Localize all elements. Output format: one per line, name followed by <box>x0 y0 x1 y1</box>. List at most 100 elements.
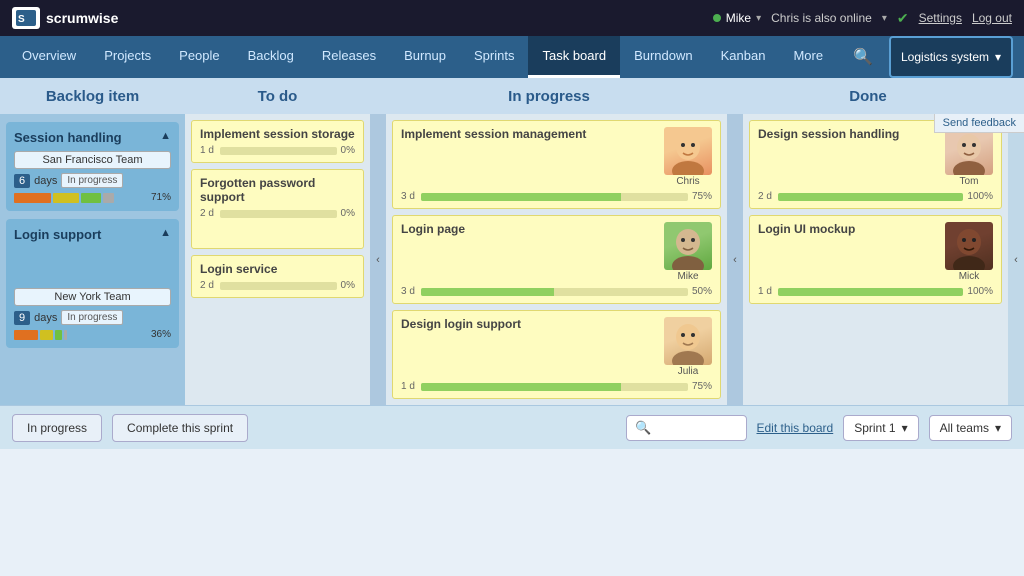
task-days-design-session: 2 d <box>758 191 772 202</box>
backlog-item-title-login: Login support ▲ <box>14 227 171 242</box>
task-progress-login-service <box>220 282 337 290</box>
backlog-column: Session handling ▲ San Francisco Team 6 … <box>0 114 185 405</box>
online-chevron-icon[interactable]: ▾ <box>882 13 887 24</box>
session-progress: 71% <box>14 192 171 203</box>
done-column: Design session handling Tom 2 d 100% <box>743 114 1008 405</box>
task-card-login-page[interactable]: Login page Mike 3 d 50% <box>392 215 721 304</box>
task-progress-fill-design-login <box>421 383 621 391</box>
avatar-julia-label: Julia <box>678 366 699 377</box>
avatar-mike-label: Mike <box>677 271 698 282</box>
collapse-login-btn[interactable]: ▲ <box>160 227 171 239</box>
task-days-login-mockup: 1 d <box>758 286 772 297</box>
nav-taskboard[interactable]: Task board <box>528 36 620 78</box>
backlog-title-text: Session handling <box>14 130 122 145</box>
send-feedback-btn[interactable]: Send feedback <box>934 114 1024 133</box>
col-header-todo: To do <box>185 88 370 105</box>
task-progress-login-mockup <box>778 288 964 296</box>
avatar-mike <box>664 222 712 270</box>
verified-icon: ✔ <box>897 10 909 27</box>
online-status: Chris is also online <box>771 11 872 25</box>
backlog-item-session: Session handling ▲ San Francisco Team 6 … <box>6 122 179 211</box>
system-selector[interactable]: Logistics system ▾ <box>889 36 1013 78</box>
task-pct-session-mgmt: 75% <box>692 191 712 202</box>
sprint-selector[interactable]: Sprint 1 ▾ <box>843 415 918 441</box>
avatar-chris <box>664 127 712 175</box>
task-days-session-mgmt: 3 d <box>401 191 415 202</box>
bottom-search-box[interactable]: 🔍 <box>626 415 746 441</box>
task-pct-login-service: 0% <box>341 280 355 291</box>
team-badge-sf: San Francisco Team <box>14 151 171 169</box>
team-badge-ny: New York Team <box>14 288 171 306</box>
col-header-done: Done <box>728 88 1008 105</box>
complete-sprint-btn[interactable]: Complete this sprint <box>112 414 248 442</box>
backlog-item-title-session: Session handling ▲ <box>14 130 171 145</box>
logo-text: scrumwise <box>46 10 118 26</box>
svg-text:S: S <box>18 14 25 25</box>
task-progress-fill-login-page <box>421 288 555 296</box>
task-progress-design-login <box>421 383 688 391</box>
nav-sprints[interactable]: Sprints <box>460 36 528 78</box>
divider-todo-inprogress[interactable]: ‹ <box>370 114 386 405</box>
board-columns: Session handling ▲ San Francisco Team 6 … <box>0 114 1024 405</box>
task-pct-session-storage: 0% <box>341 145 355 156</box>
task-card-session-storage[interactable]: Implement session storage 1 d 0% <box>191 120 364 163</box>
task-days-login-service: 2 d <box>200 280 214 291</box>
task-progress-forgotten-password <box>220 210 337 218</box>
task-progress-fill-login-mockup <box>778 288 964 296</box>
task-progress-fill-design-session <box>778 193 964 201</box>
teams-selector[interactable]: All teams ▾ <box>929 415 1012 441</box>
bottom-search-input[interactable] <box>658 421 738 435</box>
nav-people[interactable]: People <box>165 36 233 78</box>
inprogress-filter-btn[interactable]: In progress <box>12 414 102 442</box>
logout-link[interactable]: Log out <box>972 11 1012 25</box>
nav-backlog[interactable]: Backlog <box>234 36 308 78</box>
backlog-login-title-text: Login support <box>14 227 101 242</box>
login-days-label: days <box>34 312 57 324</box>
task-card-login-mockup[interactable]: Login UI mockup Mick 1 d 100% <box>749 215 1002 304</box>
nav-more[interactable]: More <box>779 36 837 78</box>
top-bar: S scrumwise Mike ▾ Chris is also online … <box>0 0 1024 36</box>
task-card-design-session[interactable]: Design session handling Tom 2 d 100% <box>749 120 1002 209</box>
nav-releases[interactable]: Releases <box>308 36 390 78</box>
task-title-design-login: Design login support <box>401 317 658 331</box>
nav-burndown[interactable]: Burndown <box>620 36 707 78</box>
session-days-label: days <box>34 175 57 187</box>
divider-inprogress-done[interactable]: ‹ <box>727 114 743 405</box>
col-header-inprogress: In progress <box>386 88 712 105</box>
task-footer-design-session: 2 d 100% <box>758 191 993 202</box>
teams-chevron-icon: ▾ <box>995 421 1001 435</box>
nav-overview[interactable]: Overview <box>8 36 90 78</box>
task-days-login-page: 3 d <box>401 286 415 297</box>
teams-selector-label: All teams <box>940 421 989 435</box>
task-title-design-session: Design session handling <box>758 127 939 141</box>
column-headers: Backlog item To do In progress Done <box>0 78 1024 114</box>
task-footer-design-login: 1 d 75% <box>401 381 712 392</box>
task-card-forgotten-password[interactable]: Forgotten password support 2 d 0% <box>191 169 364 249</box>
task-footer-session-storage: 1 d 0% <box>200 145 355 156</box>
task-title-login-mockup: Login UI mockup <box>758 222 939 236</box>
sprint-chevron-icon: ▾ <box>902 421 908 435</box>
collapse-session-btn[interactable]: ▲ <box>160 130 171 142</box>
task-card-design-login[interactable]: Design login support Julia 1 d 75% <box>392 310 721 399</box>
nav-kanban[interactable]: Kanban <box>707 36 780 78</box>
system-chevron-icon: ▾ <box>995 50 1001 64</box>
settings-link[interactable]: Settings <box>919 11 962 25</box>
task-card-session-mgmt[interactable]: Implement session management Chris 3 d 7… <box>392 120 721 209</box>
avatar-mick-label: Mick <box>959 271 980 282</box>
user-name: Mike <box>726 11 751 25</box>
session-days-row: 6 days In progress <box>14 173 171 188</box>
scroll-right-btn[interactable]: ‹ <box>1008 114 1024 405</box>
user-chevron-icon[interactable]: ▾ <box>756 13 761 24</box>
edit-board-link[interactable]: Edit this board <box>757 421 834 435</box>
logo-icon: S <box>12 7 40 29</box>
avatar-mick <box>945 222 993 270</box>
task-progress-design-session <box>778 193 964 201</box>
nav-burnup[interactable]: Burnup <box>390 36 460 78</box>
col-header-backlog: Backlog item <box>0 88 185 105</box>
task-card-login-service[interactable]: Login service 2 d 0% <box>191 255 364 298</box>
bottom-bar: In progress Complete this sprint 🔍 Edit … <box>0 405 1024 449</box>
task-days-forgotten-password: 2 d <box>200 208 214 219</box>
search-icon[interactable]: 🔍 <box>841 36 885 78</box>
nav-projects[interactable]: Projects <box>90 36 165 78</box>
task-days-session-storage: 1 d <box>200 145 214 156</box>
